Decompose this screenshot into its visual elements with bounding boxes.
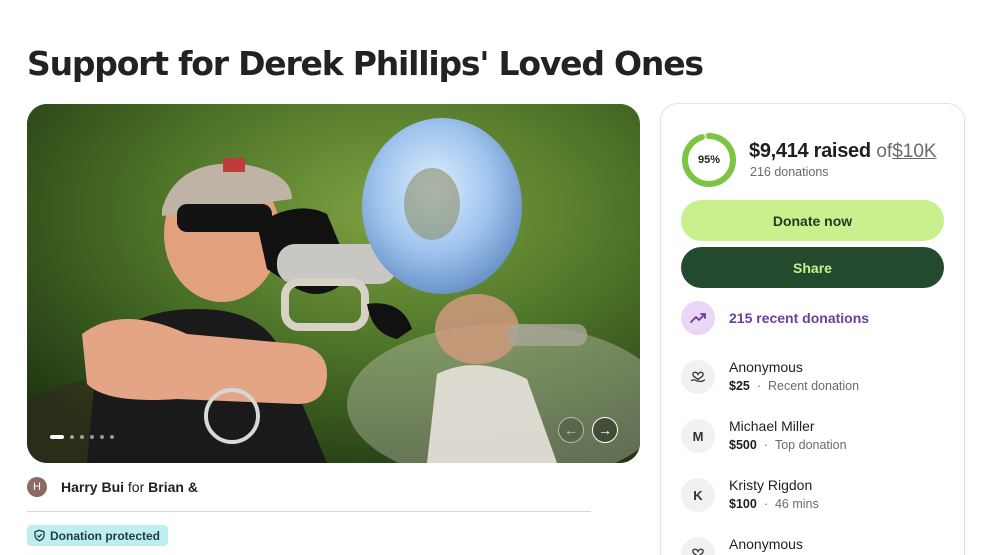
page-title: Support for Derek Phillips' Loved Ones — [27, 44, 704, 83]
recent-donations-link[interactable]: 215 recent donations — [681, 301, 869, 335]
donation-note: Recent donation — [768, 379, 860, 393]
donor-name: Anonymous — [729, 359, 803, 375]
donor-name: Michael Miller — [729, 418, 815, 434]
shield-icon — [34, 529, 45, 542]
carousel-prev-button[interactable]: ← — [558, 417, 584, 443]
donor-name: Kristy Rigdon — [729, 477, 813, 493]
donor-meta: $25 · Recent donation — [729, 379, 859, 393]
progress-percent: 95% — [697, 154, 721, 166]
donation-amount: $500 — [729, 438, 757, 452]
donation-item: K Kristy Rigdon $100 · 46 mins — [681, 476, 819, 512]
donation-item: Anonymous — [681, 535, 803, 555]
donation-amount: $100 — [729, 497, 757, 511]
organizer-line: H Harry Bui for Brian & — [27, 477, 198, 497]
hero-image-carousel[interactable]: ← → — [27, 104, 640, 463]
recent-donations-label: 215 recent donations — [729, 310, 870, 326]
heart-hand-icon — [681, 360, 715, 394]
donation-item: M Michael Miller $500 · Top donation — [681, 417, 847, 453]
hero-photo — [27, 104, 640, 463]
arrow-left-icon: ← — [564, 422, 578, 438]
organizer-text: Harry Bui for Brian & — [61, 479, 198, 495]
organizer-name[interactable]: Harry Bui — [61, 479, 124, 495]
arrow-right-icon: → — [598, 422, 612, 438]
carousel-dot[interactable] — [110, 435, 114, 439]
beneficiary-name[interactable]: Brian & — [148, 479, 198, 495]
carousel-dot[interactable] — [80, 435, 84, 439]
donation-protected-badge[interactable]: Donation protected — [27, 525, 168, 546]
carousel-dot[interactable] — [70, 435, 74, 439]
donation-protected-label: Donation protected — [50, 528, 160, 543]
carousel-dot[interactable] — [50, 435, 64, 439]
donation-item: Anonymous $25 · Recent donation — [681, 358, 859, 394]
donor-meta: $500 · Top donation — [729, 438, 847, 452]
donor-avatar: K — [681, 478, 715, 512]
carousel-dots[interactable] — [50, 435, 114, 439]
separator-dot: · — [756, 379, 762, 393]
carousel-next-button[interactable]: → — [592, 417, 618, 443]
carousel-dot[interactable] — [90, 435, 94, 439]
raised-of: of — [876, 141, 893, 162]
share-button[interactable]: Share — [681, 247, 944, 288]
donation-note: Top donation — [774, 438, 847, 452]
donation-count: 216 donations — [750, 165, 829, 179]
donation-note: 46 mins — [774, 497, 819, 511]
divider — [27, 511, 591, 512]
separator-dot: · — [763, 438, 768, 452]
heart-hand-icon — [681, 537, 715, 555]
carousel-dot[interactable] — [100, 435, 104, 439]
organizer-avatar[interactable]: H — [27, 477, 47, 497]
donation-sidebar: 95% $9,414 raised of$10K 216 donations D… — [660, 103, 965, 555]
trending-up-icon — [681, 301, 715, 335]
raised-summary: $9,414 raised of$10K — [749, 140, 937, 163]
donate-now-button[interactable]: Donate now — [681, 200, 944, 241]
organizer-for: for — [127, 479, 145, 495]
goal-amount[interactable]: $10K — [892, 141, 936, 162]
donation-amount: $25 — [729, 379, 750, 393]
raised-amount: $9,414 raised — [749, 140, 871, 162]
donor-name: Anonymous — [729, 536, 803, 552]
separator-dot: · — [763, 497, 768, 511]
donor-meta: $100 · 46 mins — [729, 497, 819, 511]
donor-avatar: M — [681, 419, 715, 453]
